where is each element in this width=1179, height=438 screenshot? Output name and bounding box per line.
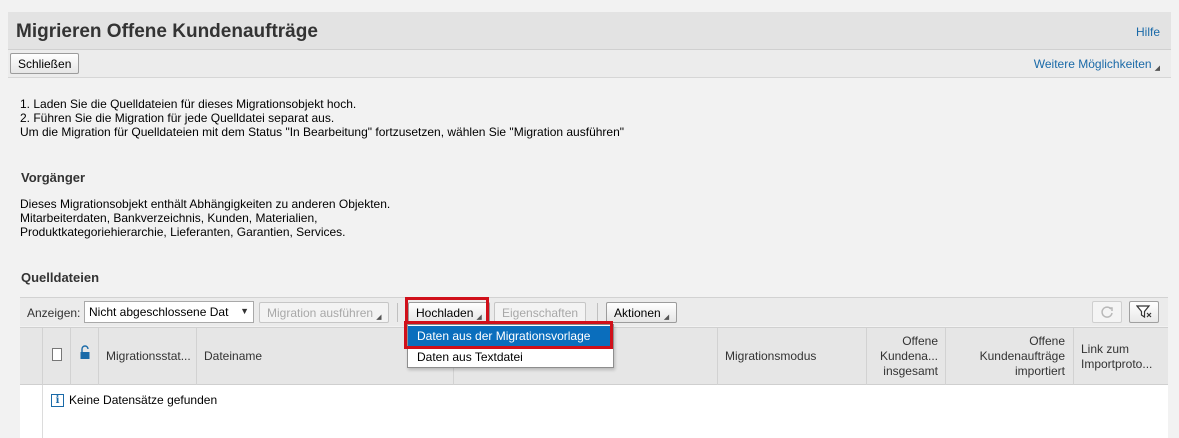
actions-button[interactable]: Aktionen ◢	[606, 302, 678, 323]
info-icon: i	[51, 393, 64, 407]
column-header-status[interactable]: Migrationsstat...	[106, 349, 191, 364]
menu-triangle-icon: ◢	[376, 314, 382, 321]
column-header-line: Link zum	[1081, 342, 1130, 356]
column-header-total[interactable]: Offene Kundena... insgesamt	[870, 334, 938, 379]
show-label: Anzeigen:	[27, 306, 81, 320]
column-separator	[98, 328, 99, 385]
close-button[interactable]: Schließen	[10, 53, 80, 74]
refresh-button[interactable]	[1092, 301, 1122, 323]
column-header-line: Kundenaufträge	[979, 349, 1065, 363]
toolbar-separator	[397, 303, 398, 322]
title-bar: Migrieren Offene Kundenaufträge Hilfe	[8, 12, 1171, 50]
upload-button[interactable]: Hochladen ◢	[408, 302, 490, 323]
column-header-line: Offene	[1029, 334, 1065, 348]
column-header-filename[interactable]: Dateiname	[204, 349, 262, 364]
column-separator	[70, 328, 71, 385]
chevron-down-icon: ▼	[240, 306, 249, 316]
column-separator	[945, 328, 946, 385]
actions-label: Aktionen	[614, 306, 661, 320]
menu-item-migration-template[interactable]: Daten aus der Migrationsvorlage	[408, 326, 613, 346]
action-bar: Schließen Weitere Möglichkeiten ◢	[8, 50, 1171, 78]
menu-triangle-icon: ◢	[663, 314, 670, 321]
menu-item-text-file[interactable]: Daten aus Textdatei	[408, 347, 613, 367]
menu-triangle-icon: ◢	[1154, 65, 1160, 72]
source-files-title: Quelldateien	[21, 270, 100, 285]
empty-message: i Keine Datensätze gefunden	[51, 393, 217, 407]
predecessor-line: Dieses Migrationsobjekt enthält Abhängig…	[20, 197, 391, 211]
table-body: i Keine Datensätze gefunden	[20, 385, 1168, 438]
upload-label: Hochladen	[416, 306, 474, 320]
filter-icon	[1136, 305, 1152, 319]
more-options-label: Weitere Möglichkeiten	[1033, 57, 1152, 71]
column-header-imported[interactable]: Offene Kundenaufträge importiert	[950, 334, 1065, 379]
instruction-line: 2. Führen Sie die Migration für jede Que…	[20, 111, 335, 125]
column-header-line: insgesamt	[883, 364, 938, 378]
predecessor-line: Mitarbeiterdaten, Bankverzeichnis, Kunde…	[20, 211, 318, 225]
column-header-log-link[interactable]: Link zum Importproto...	[1081, 342, 1152, 372]
column-separator	[196, 328, 197, 385]
upload-menu: Daten aus der Migrationsvorlage Daten au…	[407, 324, 614, 368]
column-header-line: Importproto...	[1081, 357, 1153, 371]
lock-icon	[80, 345, 90, 359]
help-link[interactable]: Hilfe	[1136, 25, 1160, 39]
column-separator	[42, 385, 43, 438]
menu-triangle-icon: ◢	[476, 314, 482, 321]
column-separator	[717, 328, 718, 385]
column-separator	[42, 328, 43, 385]
refresh-icon	[1101, 306, 1113, 318]
more-options-link[interactable]: Weitere Möglichkeiten ◢	[1034, 57, 1160, 72]
column-header-line: Kundena...	[879, 349, 938, 363]
filter-select[interactable]: Nicht abgeschlossene Dat ▼	[84, 301, 254, 323]
instructions: 1. Laden Sie die Quelldateien für dieses…	[20, 97, 624, 139]
toolbar-separator	[597, 303, 598, 322]
instruction-line: Um die Migration für Quelldateien mit de…	[20, 125, 625, 139]
select-all-checkbox[interactable]	[52, 348, 62, 361]
table-toolbar: Anzeigen: Nicht abgeschlossene Dat ▼ Mig…	[20, 297, 1168, 326]
column-header-line: importiert	[1014, 364, 1065, 378]
column-separator	[866, 328, 867, 385]
empty-message-text: Keine Datensätze gefunden	[69, 393, 218, 407]
predecessor-title: Vorgänger	[21, 170, 86, 185]
filter-select-value: Nicht abgeschlossene Dat	[89, 305, 229, 319]
filter-button[interactable]	[1129, 301, 1159, 323]
properties-button[interactable]: Eigenschaften	[494, 302, 587, 323]
column-header-line: Offene	[902, 334, 938, 348]
run-migration-label: Migration ausführen	[267, 306, 374, 320]
instruction-line: 1. Laden Sie die Quelldateien für dieses…	[20, 97, 357, 111]
column-separator	[1073, 328, 1074, 385]
column-header-mode[interactable]: Migrationsmodus	[725, 349, 816, 364]
run-migration-button[interactable]: Migration ausführen ◢	[259, 302, 390, 323]
predecessor-text: Dieses Migrationsobjekt enthält Abhängig…	[20, 197, 390, 239]
page-title: Migrieren Offene Kundenaufträge	[16, 21, 318, 42]
predecessor-line: Produktkategoriehierarchie, Lieferanten,…	[20, 225, 346, 239]
